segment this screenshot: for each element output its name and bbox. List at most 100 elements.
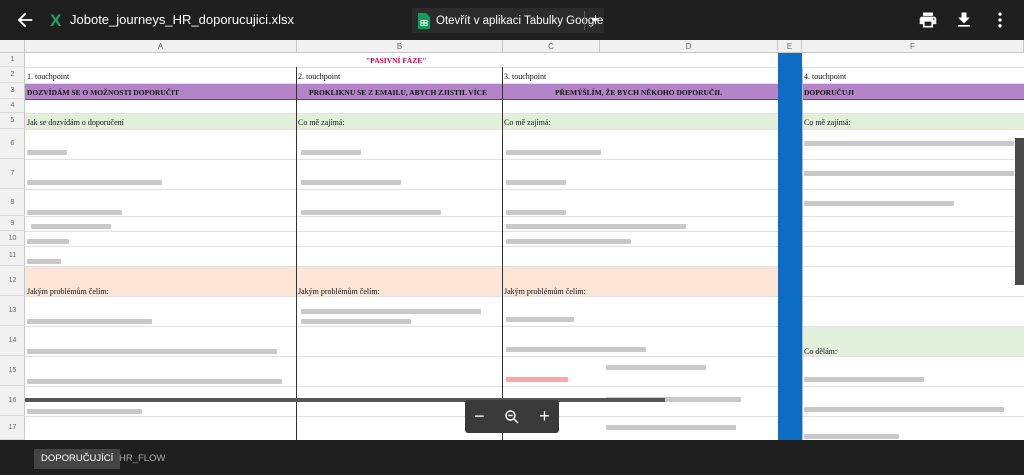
- redacted-text: [301, 210, 441, 215]
- row-header[interactable]: 17: [0, 416, 25, 440]
- column-header-a[interactable]: A: [25, 40, 297, 53]
- question-interest-3: Co mě zajímá:: [504, 118, 551, 127]
- row-header[interactable]: 12: [0, 266, 25, 296]
- redacted-text: [27, 319, 152, 324]
- question-find-out: Jak se dozvídám o doporučení: [27, 118, 124, 127]
- vertical-scrollbar[interactable]: [1015, 138, 1024, 285]
- redacted-text: [301, 180, 401, 185]
- heading-4: DOPORUČUJI: [804, 88, 854, 97]
- redacted-text: [31, 224, 111, 229]
- row-headers: 1 2 3 4 5 6 7 8 9 10 11 12 13 14 15 16 1…: [0, 53, 25, 440]
- row-header[interactable]: 3: [0, 83, 25, 99]
- redacted-text: [301, 150, 361, 155]
- row-header[interactable]: 10: [0, 231, 25, 246]
- column-header-b[interactable]: B: [297, 40, 503, 53]
- heading-3: PŘEMÝŠLÍM, ŽE BYCH NĚKOHO DOPORUČIL: [555, 88, 723, 97]
- redacted-text: [27, 409, 142, 414]
- top-bar: X Jobote_journeys_HR_doporucujici.xlsx O…: [0, 0, 1024, 40]
- redacted-text: [804, 407, 1004, 412]
- redacted-text: [804, 171, 1014, 176]
- redacted-text: [506, 347, 646, 352]
- row-header[interactable]: 7: [0, 159, 25, 189]
- redacted-text: [506, 224, 686, 229]
- question-interest-4: Co mě zajímá:: [804, 118, 851, 127]
- row-header[interactable]: 8: [0, 189, 25, 216]
- row-header[interactable]: 4: [0, 99, 25, 113]
- cell-grid[interactable]: "PASIVNÍ FÁZE" 1. touchpoint 2. touchpoi…: [25, 53, 1024, 440]
- file-name: Jobote_journeys_HR_doporucujici.xlsx: [70, 12, 295, 27]
- row-header[interactable]: 5: [0, 113, 25, 129]
- back-arrow-icon[interactable]: [14, 9, 36, 31]
- sheet-tabs-bar: DOPORUČUJÍCÍ HR_FLOW: [0, 440, 1024, 475]
- row-header[interactable]: 1: [0, 53, 25, 67]
- row-header[interactable]: 14: [0, 326, 25, 356]
- column-header-e[interactable]: E: [778, 40, 802, 53]
- zoom-minus-button[interactable]: −: [474, 406, 485, 427]
- corner-cell: [0, 40, 25, 53]
- open-button-label: Otevřít v aplikaci Tabulky Google: [436, 14, 604, 27]
- touchpoint-1: 1. touchpoint: [27, 72, 70, 81]
- heading-2: PROKLIKNU SE Z EMAILU, ABYCH ZJISTIL VÍC…: [309, 88, 488, 97]
- question-interest-2: Co mě zajímá:: [298, 118, 345, 127]
- open-in-sheets-button[interactable]: Otevřít v aplikaci Tabulky Google: [412, 8, 604, 33]
- svg-text:X: X: [50, 11, 62, 30]
- redacted-text: [506, 317, 574, 322]
- question-problem-2: Jakým problémům čelím:: [298, 287, 380, 296]
- row-header[interactable]: 13: [0, 296, 25, 326]
- row-header[interactable]: 6: [0, 129, 25, 159]
- redacted-text: [506, 239, 631, 244]
- redacted-text: [506, 210, 566, 215]
- question-do-4: Co dělám:: [804, 347, 838, 356]
- redacted-text: [804, 377, 924, 382]
- heading-1: DOZVÍDÁM SE O MOŽNOSTI DOPORUČIT: [27, 88, 180, 97]
- chevron-down-icon[interactable]: [590, 15, 600, 25]
- row-header[interactable]: 15: [0, 356, 25, 386]
- horizontal-scrollbar[interactable]: [25, 398, 665, 402]
- column-header-d[interactable]: D: [600, 40, 778, 53]
- tab-doporucujici[interactable]: DOPORUČUJÍCÍ: [34, 449, 121, 469]
- spreadsheet-view[interactable]: A B C D E F 1 2 3 4 5 6 7 8 9 10 11 12 1…: [0, 40, 1024, 440]
- redacted-text: [27, 259, 61, 264]
- zoom-controls: − +: [465, 400, 559, 433]
- redacted-text: [27, 379, 282, 384]
- redacted-text: [27, 239, 69, 244]
- touchpoint-4: 4. touchpoint: [804, 72, 847, 81]
- column-headers: A B C D E F: [0, 40, 1024, 53]
- redacted-text: [27, 210, 122, 215]
- redacted-text: [506, 150, 601, 155]
- tab-hr-flow[interactable]: HR_FLOW: [112, 449, 172, 469]
- zoom-out-icon[interactable]: [503, 408, 521, 426]
- redacted-text: [606, 425, 736, 430]
- salmon-band: [25, 266, 778, 296]
- redacted-text: [27, 180, 162, 185]
- touchpoint-2: 2. touchpoint: [298, 72, 341, 81]
- redacted-text: [301, 319, 411, 324]
- more-vert-icon[interactable]: [990, 10, 1010, 30]
- excel-icon: X: [50, 11, 62, 30]
- row-header[interactable]: 11: [0, 246, 25, 266]
- google-sheets-icon: [418, 12, 430, 29]
- redacted-text: [606, 365, 706, 370]
- button-divider: [584, 11, 585, 30]
- redacted-text: [804, 434, 899, 439]
- redacted-text: [804, 141, 1014, 146]
- column-header-f[interactable]: F: [802, 40, 1024, 53]
- redacted-text: [804, 201, 954, 206]
- question-problem-3: Jakým problémům čelím:: [504, 287, 586, 296]
- row-header[interactable]: 16: [0, 386, 25, 416]
- column-header-c[interactable]: C: [503, 40, 600, 53]
- touchpoint-3: 3. touchpoint: [504, 72, 547, 81]
- green-band: [25, 113, 778, 129]
- question-problem-1: Jakým problémům čelím:: [27, 287, 109, 296]
- redacted-text: [301, 309, 481, 314]
- selected-column-e[interactable]: [778, 53, 802, 440]
- row-header[interactable]: 9: [0, 216, 25, 231]
- row-header[interactable]: 2: [0, 67, 25, 83]
- zoom-plus-button[interactable]: +: [539, 406, 550, 427]
- print-icon[interactable]: [918, 10, 938, 30]
- download-icon[interactable]: [954, 10, 974, 30]
- redacted-text: [506, 180, 566, 185]
- redacted-text: [27, 349, 277, 354]
- redacted-text: [506, 377, 568, 382]
- redacted-text: [27, 150, 67, 155]
